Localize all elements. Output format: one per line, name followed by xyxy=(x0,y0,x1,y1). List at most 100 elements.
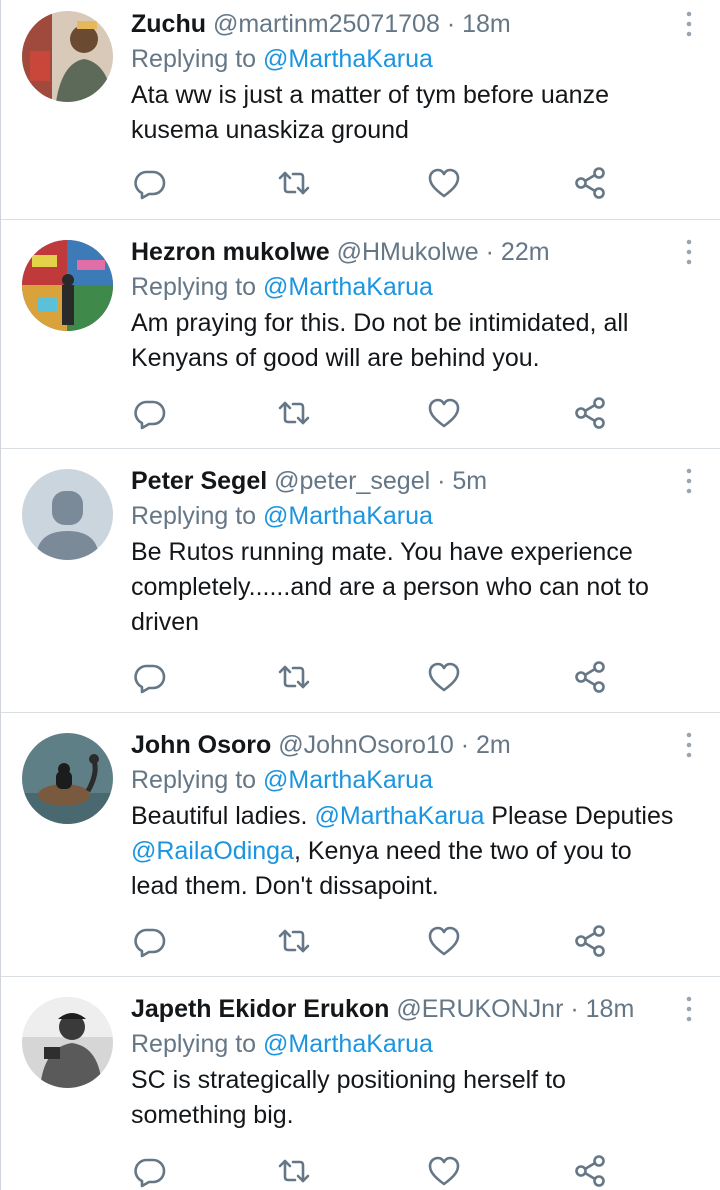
avatar[interactable] xyxy=(22,997,113,1088)
tweet-content: Japeth Ekidor Erukon @ERUKONJnr · 18m Re… xyxy=(131,993,681,1133)
like-icon[interactable] xyxy=(427,396,461,430)
avatar[interactable] xyxy=(22,733,113,824)
tweet-content: Hezron mukolwe @HMukolwe · 22m Replying … xyxy=(131,236,681,376)
retweet-icon[interactable] xyxy=(277,924,311,958)
mention-link[interactable]: @MarthaKarua xyxy=(314,802,484,830)
like-icon[interactable] xyxy=(427,166,461,200)
replying-to: Replying to @MarthaKarua xyxy=(131,43,681,75)
tweet-text: Am praying for this. Do not be intimidat… xyxy=(131,309,629,372)
tweet-hezron-mukolwe[interactable]: Hezron mukolwe @HMukolwe · 22m Replying … xyxy=(1,220,720,449)
avatar-image xyxy=(22,240,113,331)
separator: · xyxy=(460,731,470,759)
replying-to-mention[interactable]: @MarthaKarua xyxy=(263,502,433,530)
author-handle[interactable]: @HMukolwe xyxy=(337,238,479,266)
reply-icon[interactable] xyxy=(133,166,167,200)
timestamp[interactable]: 5m xyxy=(452,467,487,495)
replying-to: Replying to @MarthaKarua xyxy=(131,1028,681,1060)
tweet-actions xyxy=(131,924,611,958)
share-icon[interactable] xyxy=(573,924,607,958)
replying-to-label: Replying to xyxy=(131,45,257,73)
tweet-header: Peter Segel @peter_segel · 5m xyxy=(131,465,681,497)
timestamp[interactable]: 22m xyxy=(501,238,550,266)
like-icon[interactable] xyxy=(427,1154,461,1188)
share-icon[interactable] xyxy=(573,660,607,694)
timestamp[interactable]: 18m xyxy=(462,10,511,38)
separator: · xyxy=(570,995,579,1023)
replying-to-mention[interactable]: @MarthaKarua xyxy=(263,766,433,794)
avatar[interactable] xyxy=(22,240,113,331)
replying-to-label: Replying to xyxy=(131,502,257,530)
like-icon[interactable] xyxy=(427,660,461,694)
tweet-actions xyxy=(131,660,611,694)
author-name[interactable]: Hezron mukolwe xyxy=(131,238,330,266)
tweet-header: Japeth Ekidor Erukon @ERUKONJnr · 18m xyxy=(131,993,681,1025)
like-icon[interactable] xyxy=(427,924,461,958)
tweet-text: Be Rutos running mate. You have experien… xyxy=(131,538,649,636)
tweet-content: John Osoro @JohnOsoro10 · 2m Replying to… xyxy=(131,729,681,904)
tweet-actions xyxy=(131,396,611,430)
tweet-actions xyxy=(131,1154,611,1188)
replying-to-mention[interactable]: @MarthaKarua xyxy=(263,1030,433,1058)
text-segment: Beautiful ladies. xyxy=(131,802,315,830)
text-segment: Please Deputies xyxy=(484,802,674,830)
author-name[interactable]: Japeth Ekidor Erukon xyxy=(131,995,389,1023)
separator: · xyxy=(485,238,494,266)
tweet-content: Zuchu @martinm25071708 · 18m Replying to… xyxy=(131,8,681,148)
tweet-john-osoro[interactable]: John Osoro @JohnOsoro10 · 2m Replying to… xyxy=(1,713,720,977)
avatar[interactable] xyxy=(22,11,113,102)
share-icon[interactable] xyxy=(573,166,607,200)
retweet-icon[interactable] xyxy=(277,166,311,200)
tweet-peter-segel[interactable]: Peter Segel @peter_segel · 5m Replying t… xyxy=(1,449,720,713)
tweet-text: Ata ww is just a matter of tym before ua… xyxy=(131,81,609,144)
avatar-image xyxy=(22,733,113,824)
share-icon[interactable] xyxy=(573,1154,607,1188)
author-handle[interactable]: @ERUKONJnr xyxy=(396,995,563,1023)
more-options-icon[interactable] xyxy=(685,731,693,759)
author-name[interactable]: Zuchu xyxy=(131,10,206,38)
replying-to-label: Replying to xyxy=(131,1030,257,1058)
replying-to-mention[interactable]: @MarthaKarua xyxy=(263,273,433,301)
more-options-icon[interactable] xyxy=(685,10,693,38)
retweet-icon[interactable] xyxy=(277,396,311,430)
tweet-actions xyxy=(131,166,611,200)
tweet-header: Zuchu @martinm25071708 · 18m xyxy=(131,8,681,40)
replying-to-label: Replying to xyxy=(131,273,257,301)
replying-to-mention[interactable]: @MarthaKarua xyxy=(263,45,433,73)
tweet-content: Peter Segel @peter_segel · 5m Replying t… xyxy=(131,465,681,640)
avatar-image xyxy=(22,11,113,102)
tweet-header: John Osoro @JohnOsoro10 · 2m xyxy=(131,729,681,761)
more-options-icon[interactable] xyxy=(685,995,693,1023)
share-icon[interactable] xyxy=(573,396,607,430)
author-name[interactable]: John Osoro xyxy=(131,731,271,759)
tweet-header: Hezron mukolwe @HMukolwe · 22m xyxy=(131,236,681,268)
avatar[interactable] xyxy=(22,469,113,560)
timestamp[interactable]: 2m xyxy=(476,731,511,759)
tweet-zuchu[interactable]: Zuchu @martinm25071708 · 18m Replying to… xyxy=(1,0,720,220)
mention-link[interactable]: @RailaOdinga xyxy=(131,837,294,865)
reply-icon[interactable] xyxy=(133,396,167,430)
author-handle[interactable]: @martinm25071708 xyxy=(213,10,440,38)
tweet-text: SC is strategically positioning herself … xyxy=(131,1066,566,1129)
replying-to: Replying to @MarthaKarua xyxy=(131,500,681,532)
replying-to: Replying to @MarthaKarua xyxy=(131,271,681,303)
author-handle[interactable]: @JohnOsoro10 xyxy=(278,731,453,759)
tweet-japeth-ekidor-erukon[interactable]: Japeth Ekidor Erukon @ERUKONJnr · 18m Re… xyxy=(1,977,720,1190)
timestamp[interactable]: 18m xyxy=(586,995,635,1023)
author-handle[interactable]: @peter_segel xyxy=(274,467,430,495)
avatar-image xyxy=(22,997,113,1088)
separator: · xyxy=(437,467,446,495)
more-options-icon[interactable] xyxy=(685,238,693,266)
replying-to: Replying to @MarthaKarua xyxy=(131,764,681,796)
replying-to-label: Replying to xyxy=(131,766,257,794)
more-options-icon[interactable] xyxy=(685,467,693,495)
tweet-text: Beautiful ladies. @MarthaKarua Please De… xyxy=(131,799,681,904)
retweet-icon[interactable] xyxy=(277,1154,311,1188)
reply-icon[interactable] xyxy=(133,1154,167,1188)
reply-icon[interactable] xyxy=(133,924,167,958)
author-name[interactable]: Peter Segel xyxy=(131,467,267,495)
default-avatar-icon xyxy=(22,469,113,560)
reply-icon[interactable] xyxy=(133,660,167,694)
retweet-icon[interactable] xyxy=(277,660,311,694)
reply-timeline: Zuchu @martinm25071708 · 18m Replying to… xyxy=(0,0,720,1190)
separator: · xyxy=(446,10,456,38)
